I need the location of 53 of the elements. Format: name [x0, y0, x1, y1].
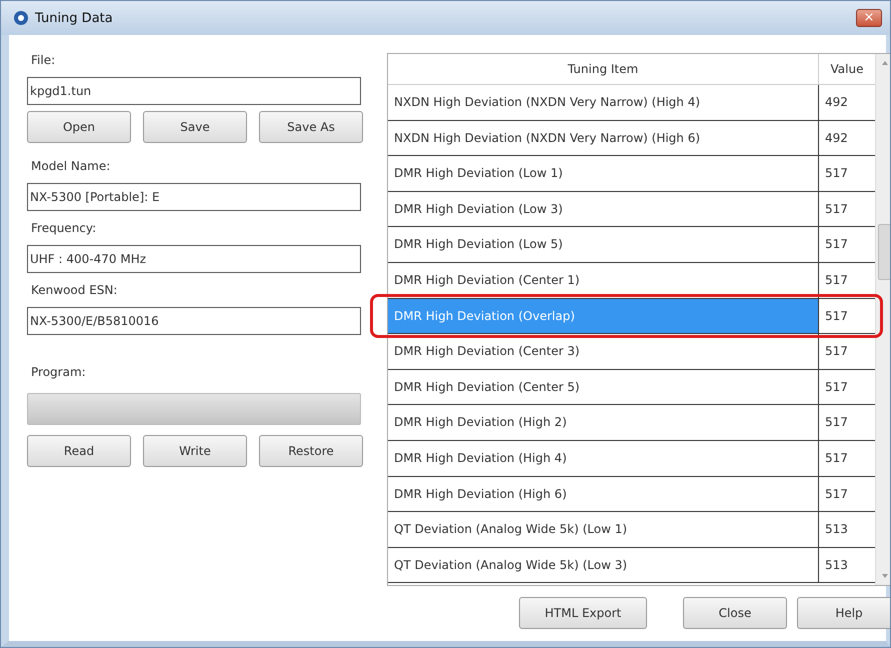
item-cell: DMR High Deviation (High 6)	[388, 476, 819, 512]
field-label: Kenwood ESN:	[30, 282, 118, 299]
column-header: Value	[830, 61, 864, 78]
app-icon	[13, 10, 29, 26]
value-cell-text: 517	[824, 308, 849, 325]
value-cell-text: 517	[824, 272, 849, 289]
value-cell-text: 513	[824, 521, 849, 538]
field-label: Program:	[30, 364, 87, 381]
dialog-button[interactable]: HTML Export	[519, 597, 647, 629]
dialog-button[interactable]: Close	[683, 597, 787, 629]
item-cell: DMR High Deviation (High 2)	[388, 405, 819, 440]
item-cell: DMR High Deviation (Center 5)	[388, 370, 819, 404]
scroll-thumb[interactable]	[878, 224, 890, 280]
program-button[interactable]: Write	[143, 435, 247, 467]
item-cell: DMR High Deviation (Low 3)	[388, 192, 819, 226]
value-cell-text: 492	[824, 130, 849, 147]
scroll-down-icon[interactable]	[881, 573, 889, 579]
value-cell-text: 517	[824, 236, 849, 254]
text-field[interactable]: NX-5300 [Portable]: E	[27, 183, 361, 211]
value-cell-text: 517	[824, 414, 849, 432]
value-cell-text: 513	[824, 556, 849, 574]
item-cell: QT Deviation (Analog Wide 5k) (Low 1)	[388, 512, 819, 547]
item-cell: DMR High Deviation (Center 3)	[388, 334, 819, 369]
value-cell-text: 517	[824, 165, 849, 182]
file-button[interactable]: Save As	[259, 111, 363, 143]
item-cell: DMR High Deviation (Low 5)	[388, 227, 819, 262]
text-field[interactable]: NX-5300/E/B5810016	[27, 307, 361, 335]
program-button[interactable]: Read	[27, 435, 131, 467]
value-cell-text: 517	[824, 486, 849, 503]
value-cell-text: 492	[824, 94, 849, 111]
field-label: File:	[30, 52, 56, 69]
field-label: Model Name:	[30, 158, 112, 175]
value-cell-text: 517	[824, 450, 849, 467]
value-cell-text: 517	[824, 343, 849, 360]
file-button[interactable]: Open	[27, 111, 131, 143]
scroll-up-icon[interactable]	[881, 60, 889, 66]
item-cell: DMR High Deviation (High 4)	[388, 440, 819, 476]
program-button[interactable]: Restore	[259, 435, 363, 467]
item-cell: NXDN High Deviation (NXDN Very Narrow) (High 6)	[388, 120, 819, 156]
column-header: Tuning Item	[388, 54, 819, 84]
text-field[interactable]: UHF : 400-470 MHz	[27, 245, 361, 273]
value-cell-text: 517	[824, 200, 849, 218]
file-button[interactable]: Save	[143, 111, 247, 143]
item-cell: NXDN High Deviation (NXDN Very Narrow) (High 4)	[388, 85, 819, 120]
item-cell: QT Deviation (Analog Wide 5k) (Low 3)	[388, 548, 819, 582]
item-cell: DMR High Deviation (Overlap)	[388, 298, 819, 334]
item-cell: DMR High Deviation (Center 1)	[388, 262, 819, 298]
field-label: Frequency:	[30, 220, 98, 237]
file-field[interactable]: kpgd1.tun	[27, 77, 361, 105]
window-title: Tuning Data	[35, 10, 113, 26]
dialog-button[interactable]: Help	[797, 597, 890, 629]
value-cell-text: 517	[824, 378, 849, 396]
item-cell: DMR High Deviation (Low 1)	[388, 156, 819, 191]
